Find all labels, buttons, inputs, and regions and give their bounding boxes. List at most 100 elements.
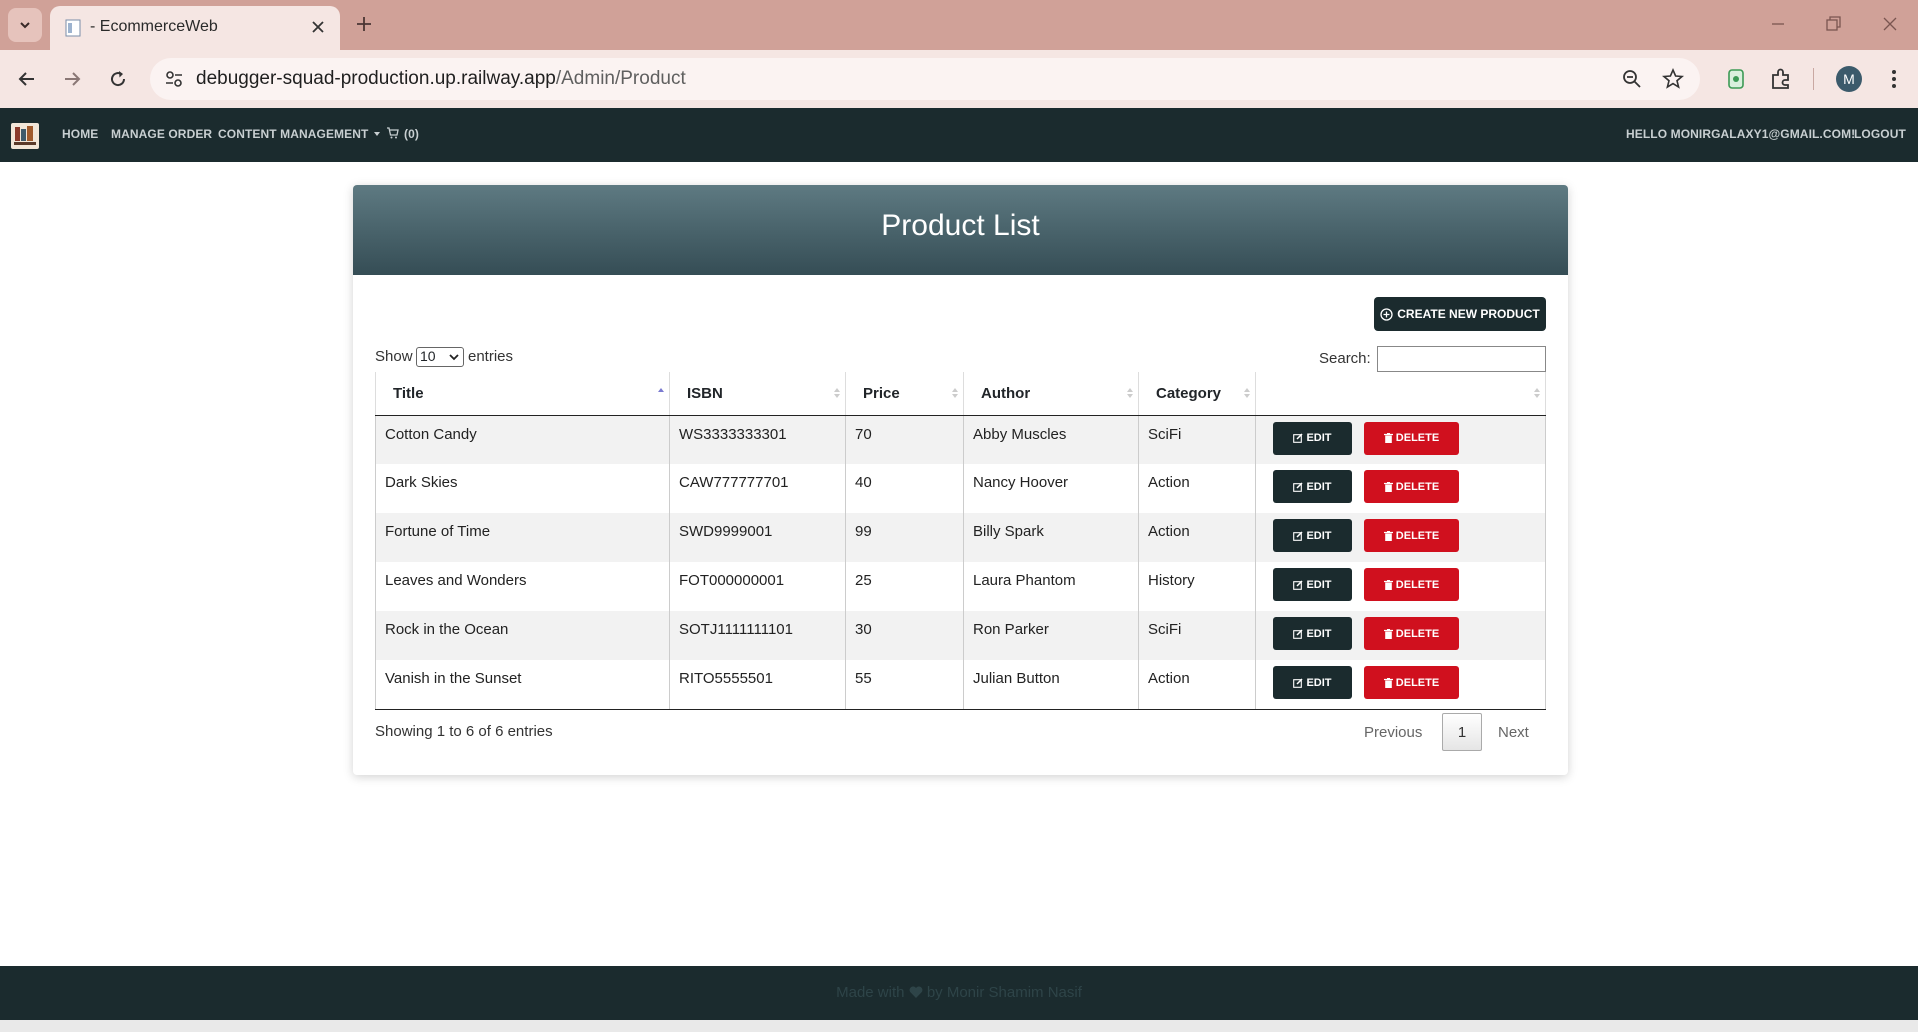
cell-actions: EDIT DELETE bbox=[1255, 464, 1546, 513]
cell-title: Leaves and Wonders bbox=[375, 562, 670, 611]
create-new-product-label: CREATE NEW PRODUCT bbox=[1397, 307, 1540, 321]
minimize-icon[interactable] bbox=[1768, 14, 1788, 34]
edit-icon bbox=[1293, 530, 1303, 541]
trash-icon bbox=[1383, 628, 1393, 639]
nav-user-greeting[interactable]: HELLO MONIRGALAXY1@GMAIL.COM! bbox=[1626, 127, 1855, 141]
nav-home[interactable]: HOME bbox=[62, 127, 98, 141]
cart-icon bbox=[387, 127, 399, 139]
cell-author: Abby Muscles bbox=[963, 415, 1139, 464]
column-header-author[interactable]: Author bbox=[963, 372, 1139, 416]
cell-price: 99 bbox=[845, 513, 964, 562]
address-bar[interactable]: debugger-squad-production.up.railway.app… bbox=[150, 58, 1700, 100]
cell-price: 55 bbox=[845, 660, 964, 710]
extensions-puzzle-icon[interactable] bbox=[1768, 66, 1794, 92]
brand-logo[interactable] bbox=[11, 123, 39, 149]
table-row: Leaves and Wonders FOT000000001 25 Laura… bbox=[375, 562, 1546, 611]
zoom-icon[interactable] bbox=[1620, 67, 1644, 91]
column-header-price[interactable]: Price bbox=[845, 372, 964, 416]
cell-category: History bbox=[1138, 562, 1256, 611]
table-info: Showing 1 to 6 of 6 entries bbox=[375, 723, 553, 740]
profile-avatar[interactable]: M bbox=[1836, 66, 1862, 92]
restore-icon[interactable] bbox=[1823, 14, 1843, 34]
sort-both-icon bbox=[952, 388, 958, 398]
caret-down-icon bbox=[374, 132, 381, 136]
delete-button[interactable]: DELETE bbox=[1364, 617, 1459, 650]
site-settings-icon[interactable] bbox=[162, 67, 186, 91]
sort-asc-icon bbox=[658, 388, 664, 392]
delete-button[interactable]: DELETE bbox=[1364, 666, 1459, 699]
edit-button[interactable]: EDIT bbox=[1273, 421, 1352, 455]
site-footer: Made with by Monir Shamim Nasif bbox=[0, 966, 1918, 1020]
delete-button[interactable]: DELETE bbox=[1364, 470, 1459, 503]
entries-label: entries bbox=[468, 348, 514, 365]
table-header-row: Title ISBN Price Author Category bbox=[375, 372, 1546, 416]
trash-icon bbox=[1383, 677, 1393, 688]
cell-isbn: WS3333333301 bbox=[669, 415, 846, 464]
close-icon[interactable] bbox=[308, 17, 328, 37]
browser-tab-strip: - EcommerceWeb bbox=[0, 0, 1918, 50]
bookmark-star-icon[interactable] bbox=[1661, 67, 1685, 91]
column-header-category[interactable]: Category bbox=[1138, 372, 1256, 416]
forward-button[interactable] bbox=[57, 64, 87, 94]
create-new-product-button[interactable]: CREATE NEW PRODUCT bbox=[1374, 297, 1546, 331]
footer-text-before: Made with bbox=[836, 984, 905, 1001]
new-tab-icon[interactable] bbox=[352, 12, 376, 36]
table-row: Vanish in the Sunset RITO5555501 55 Juli… bbox=[375, 660, 1546, 710]
nav-manage-order[interactable]: MANAGE ORDER bbox=[111, 127, 212, 141]
search-input[interactable] bbox=[1377, 346, 1546, 372]
edit-icon bbox=[1293, 677, 1303, 688]
more-menu-icon[interactable] bbox=[1881, 66, 1907, 92]
nav-content-management[interactable]: CONTENT MANAGEMENT bbox=[218, 127, 381, 141]
reload-button[interactable] bbox=[103, 64, 133, 94]
edit-button[interactable]: EDIT bbox=[1273, 617, 1352, 650]
edit-button[interactable]: EDIT bbox=[1273, 519, 1352, 552]
pagination-previous[interactable]: Previous bbox=[1364, 724, 1422, 741]
plus-circle-icon bbox=[1380, 307, 1393, 321]
edit-label: EDIT bbox=[1306, 432, 1332, 444]
nav-logout[interactable]: LOGOUT bbox=[1854, 127, 1906, 141]
column-header-isbn[interactable]: ISBN bbox=[669, 372, 846, 416]
close-window-icon[interactable] bbox=[1880, 14, 1900, 34]
edit-icon bbox=[1293, 579, 1303, 590]
cell-price: 70 bbox=[845, 415, 964, 464]
delete-label: DELETE bbox=[1395, 432, 1440, 444]
tab-search-button[interactable] bbox=[8, 8, 42, 42]
cell-title: Fortune of Time bbox=[375, 513, 670, 562]
url-host: debugger-squad-production.up.railway.app bbox=[196, 68, 556, 89]
delete-button[interactable]: DELETE bbox=[1364, 568, 1459, 601]
pagination-page-1[interactable]: 1 bbox=[1442, 713, 1482, 751]
column-header-actions[interactable] bbox=[1255, 372, 1546, 416]
cell-isbn: SOTJ1111111101 bbox=[669, 611, 846, 660]
back-button[interactable] bbox=[12, 64, 42, 94]
arrow-right-icon bbox=[65, 72, 81, 86]
delete-button[interactable]: DELETE bbox=[1364, 519, 1459, 552]
cell-actions: EDIT DELETE bbox=[1255, 660, 1546, 710]
nav-cart[interactable]: (0) bbox=[386, 127, 419, 141]
extension-green-icon[interactable] bbox=[1723, 66, 1749, 92]
edit-label: EDIT bbox=[1306, 627, 1332, 640]
delete-label: DELETE bbox=[1395, 676, 1440, 689]
edit-button[interactable]: EDIT bbox=[1273, 470, 1352, 503]
edit-button[interactable]: EDIT bbox=[1273, 568, 1352, 601]
heart-icon bbox=[909, 986, 923, 998]
browser-tab[interactable]: - EcommerceWeb bbox=[50, 6, 340, 50]
cell-isbn: FOT000000001 bbox=[669, 562, 846, 611]
url-path: /Admin/Product bbox=[555, 68, 686, 89]
page-length-select[interactable]: 10 bbox=[416, 347, 464, 367]
cell-category: SciFi bbox=[1138, 611, 1256, 660]
arrow-left-icon bbox=[18, 72, 34, 86]
edit-button[interactable]: EDIT bbox=[1273, 666, 1352, 699]
pagination-next[interactable]: Next bbox=[1498, 724, 1529, 741]
delete-button[interactable]: DELETE bbox=[1364, 421, 1459, 455]
delete-label: DELETE bbox=[1395, 627, 1440, 640]
toolbar-divider bbox=[1813, 68, 1814, 90]
site-navbar: HOME MANAGE ORDER CONTENT MANAGEMENT (0)… bbox=[0, 108, 1918, 162]
chevron-down-icon bbox=[449, 354, 459, 361]
page-length-value: 10 bbox=[420, 348, 436, 364]
sort-both-icon bbox=[1127, 388, 1133, 398]
cell-author: Nancy Hoover bbox=[963, 464, 1139, 513]
chevron-down-icon bbox=[20, 22, 30, 29]
cell-isbn: SWD9999001 bbox=[669, 513, 846, 562]
column-header-title[interactable]: Title bbox=[375, 372, 670, 416]
edit-icon bbox=[1293, 433, 1303, 443]
